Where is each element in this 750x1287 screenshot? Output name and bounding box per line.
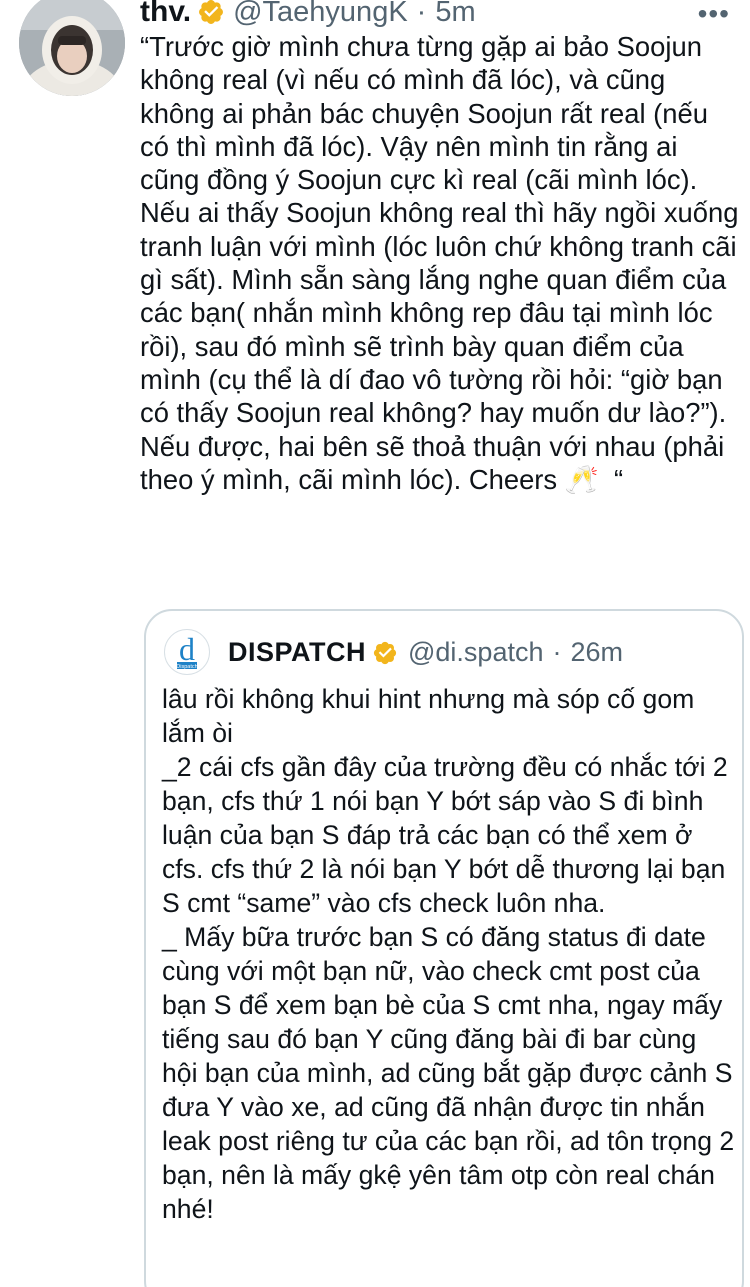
avatar-photo <box>19 0 125 96</box>
quoted-tweet-text: lâu rồi không khui hint nhưng mà sóp cố … <box>162 684 735 1224</box>
quoted-tweet-timestamp[interactable]: 26m <box>570 637 623 668</box>
tweet-header: thv. @TaehyungK · 5m ••• <box>140 0 730 30</box>
author-handle[interactable]: @TaehyungK <box>233 0 408 29</box>
verified-badge-icon <box>372 640 398 666</box>
quoted-tweet-header: DISPATCH @di.spatch · 26m <box>228 637 623 668</box>
quoted-author-avatar: d Dispatch <box>164 629 210 675</box>
tweet-text: “Trước giờ mình chưa từng gặp ai bảo Soo… <box>140 31 747 495</box>
more-options-icon[interactable]: ••• <box>698 0 730 30</box>
header-separator: · <box>416 0 427 28</box>
tweet-timestamp[interactable]: 5m <box>435 0 475 29</box>
svg-text:d: d <box>179 631 195 667</box>
quoted-author-display-name[interactable]: DISPATCH <box>228 637 366 668</box>
author-display-name[interactable]: thv. <box>140 0 191 29</box>
svg-text:Dispatch: Dispatch <box>176 664 197 670</box>
quoted-tweet-card[interactable]: d Dispatch DISPATCH @di.spatch · 26m lâu… <box>144 609 744 1287</box>
verified-badge-icon <box>197 0 225 26</box>
quoted-header-separator: · <box>552 637 562 667</box>
author-avatar[interactable] <box>19 0 125 96</box>
quoted-author-handle[interactable]: @di.spatch <box>408 637 543 668</box>
dispatch-logo-icon: d Dispatch <box>176 631 197 670</box>
